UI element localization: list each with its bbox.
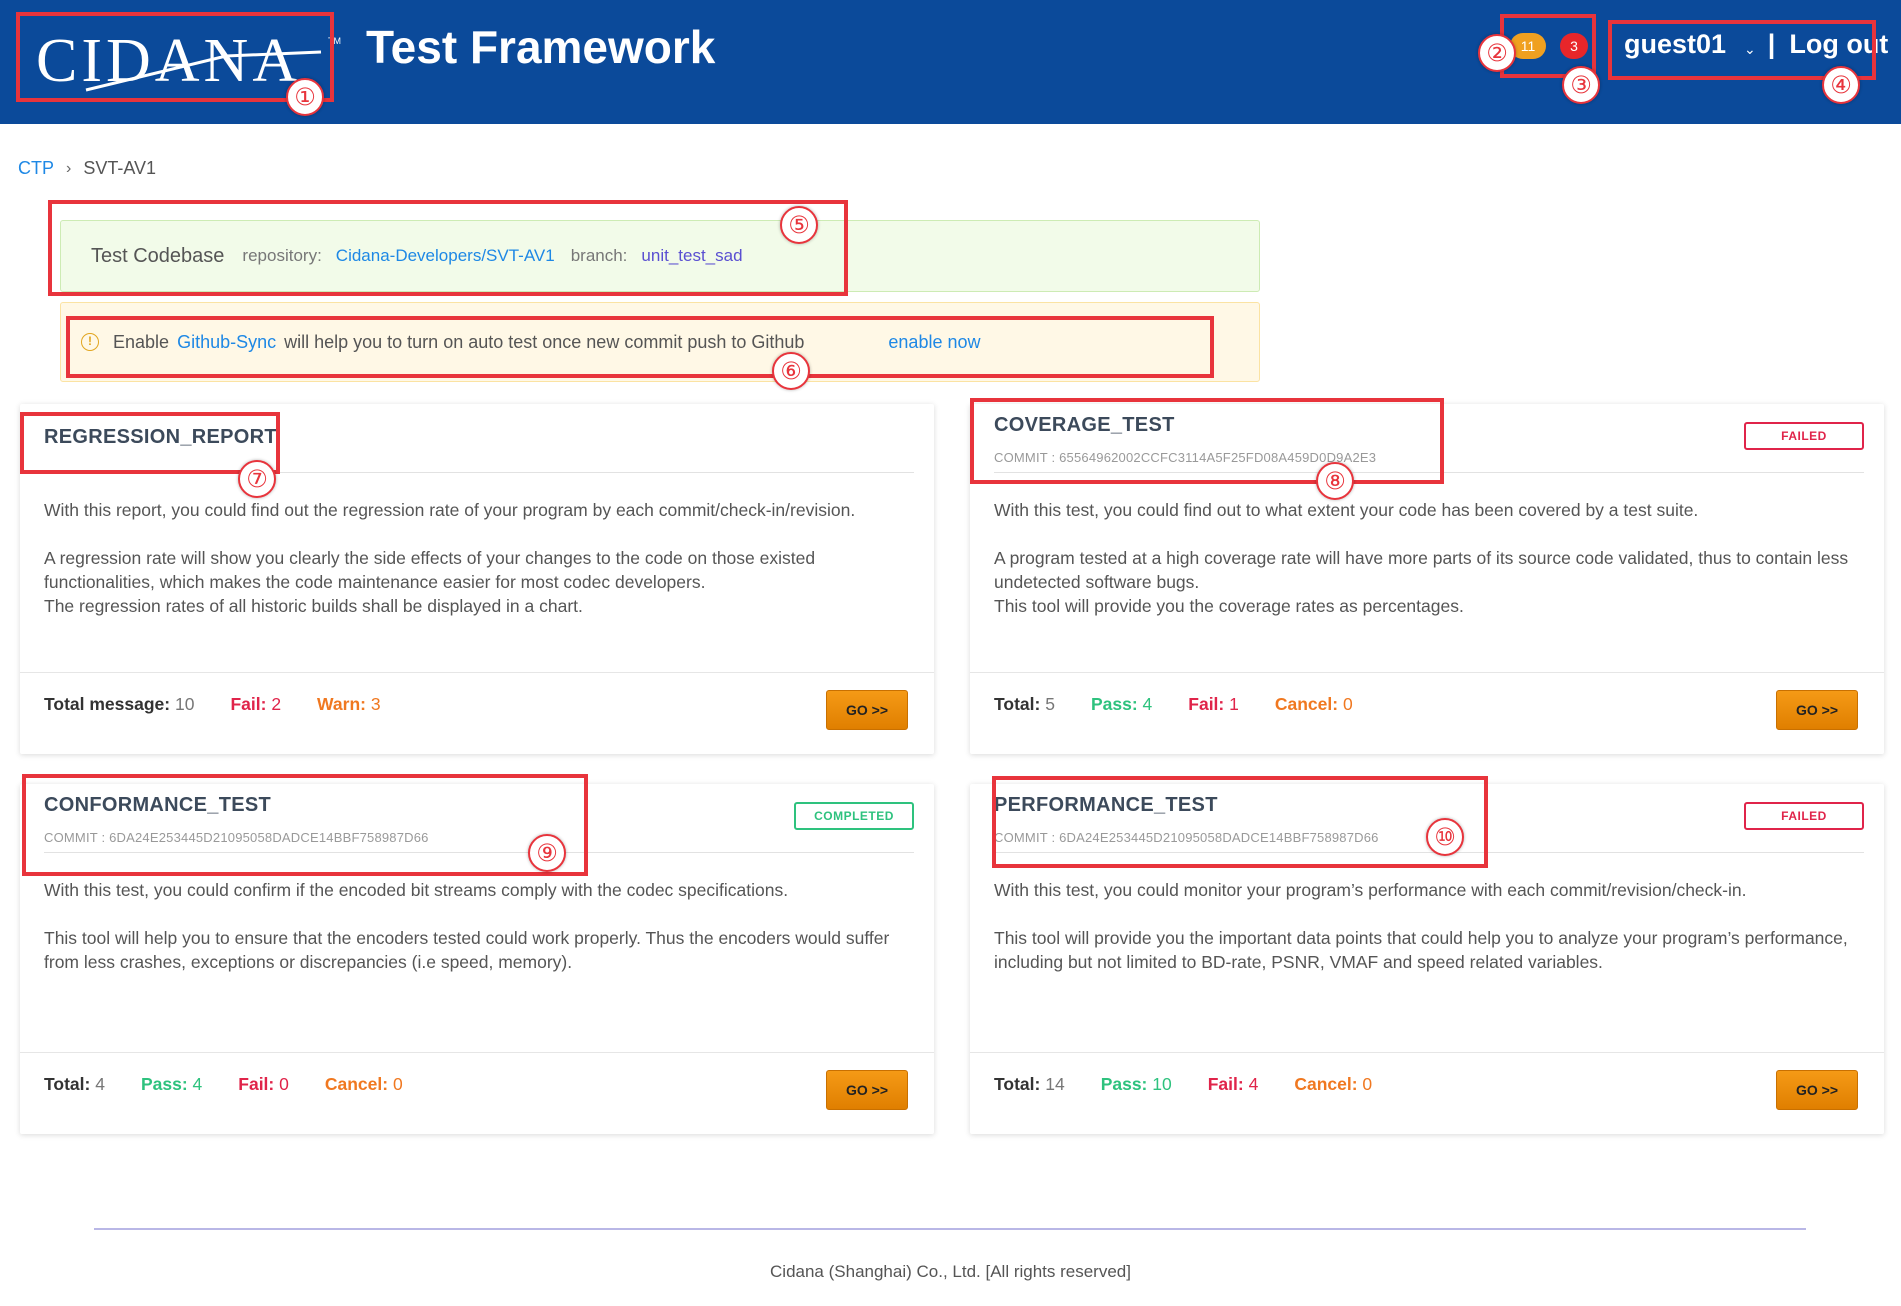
card-title: PERFORMANCE_TEST <box>994 794 1218 816</box>
user-separator: | <box>1767 28 1776 59</box>
stat-pass: Pass: 10 <box>1100 1074 1172 1094</box>
user-menu: guest01 ⌄ | Log out <box>1624 24 1888 64</box>
card-title: CONFORMANCE_TEST <box>44 794 272 816</box>
app-title: Test Framework <box>366 21 716 73</box>
card-footer-divider <box>970 1052 1884 1053</box>
card-stats: Total: 4 Pass: 4 Fail: 0 Cancel: 0 <box>44 1074 439 1095</box>
breadcrumb-ctp[interactable]: CTP <box>18 158 54 179</box>
card-description: With this report, you could find out the… <box>44 498 904 642</box>
branch-label: branch: <box>570 246 628 265</box>
chevron-down-icon[interactable]: ⌄ <box>1744 41 1756 58</box>
username-dropdown[interactable]: guest01 <box>1624 29 1726 60</box>
card-paragraph: With this test, you could monitor your p… <box>994 880 1747 900</box>
branch-link[interactable]: unit_test_sad <box>641 246 742 266</box>
stat-fail: Fail: 0 <box>238 1074 289 1094</box>
github-sync-alert: ! Enable Github-Sync will help you to tu… <box>60 302 1260 382</box>
card-footer-divider <box>20 1052 934 1053</box>
annotation-marker-2: ② <box>1478 34 1516 72</box>
coverage-test-card: COVERAGE_TEST COMMIT : 65564962002CCFC31… <box>970 404 1884 754</box>
conformance-test-card: CONFORMANCE_TEST COMMIT : 6DA24E253445D2… <box>20 784 934 1134</box>
card-paragraph: A program tested at a high coverage rate… <box>994 548 1849 616</box>
card-stats: Total: 14 Pass: 10 Fail: 4 Cancel: 0 <box>994 1074 1408 1095</box>
repository-label: repository: <box>242 246 322 265</box>
annotation-marker-6: ⑥ <box>772 352 810 390</box>
annotation-marker-9: ⑨ <box>528 834 566 872</box>
go-button[interactable]: GO >> <box>826 1070 908 1110</box>
codebase-title: Test Codebase <box>91 244 225 267</box>
repository-link[interactable]: Cidana-Developers/SVT-AV1 <box>336 246 555 266</box>
card-divider <box>994 472 1864 473</box>
stat-cancel: Cancel: 0 <box>1274 694 1353 714</box>
card-title: REGRESSION_REPORT <box>44 426 277 448</box>
alert-message: will help you to turn on auto test once … <box>284 331 805 352</box>
status-badge: FAILED <box>1744 802 1864 830</box>
stat-cancel: Cancel: 0 <box>1294 1074 1373 1094</box>
stat-total: Total: 14 <box>994 1074 1065 1094</box>
annotation-marker-3: ③ <box>1562 66 1600 104</box>
card-description: With this test, you could monitor your p… <box>994 878 1854 998</box>
info-icon: ! <box>81 333 99 351</box>
stat-total: Total: 4 <box>44 1074 105 1094</box>
regression-report-card: REGRESSION_REPORT With this report, you … <box>20 404 934 754</box>
annotation-marker-7: ⑦ <box>238 460 276 498</box>
cidana-logo[interactable]: CIDANA TM <box>16 12 341 100</box>
commit-hash: COMMIT : 6DA24E253445D21095058DADCE14BBF… <box>44 830 429 845</box>
card-description: With this test, you could confirm if the… <box>44 878 904 998</box>
card-footer-divider <box>970 672 1884 673</box>
alert-prefix: Enable <box>113 331 170 352</box>
annotation-marker-4: ④ <box>1822 66 1860 104</box>
stat-warn: Warn: 3 <box>317 694 381 714</box>
card-divider <box>44 472 914 473</box>
card-paragraph: With this test, you could find out to wh… <box>994 500 1699 520</box>
go-button[interactable]: GO >> <box>1776 690 1858 730</box>
footer-copyright: Cidana (Shanghai) Co., Ltd. [All rights … <box>770 1262 1131 1281</box>
card-footer-divider <box>20 672 934 673</box>
status-badge: FAILED <box>1744 422 1864 450</box>
card-paragraph: With this report, you could find out the… <box>44 500 856 520</box>
stat-fail: Fail: 1 <box>1188 694 1239 714</box>
card-paragraph: This tool will help you to ensure that t… <box>44 928 890 972</box>
card-stats: Total message: 10 Fail: 2 Warn: 3 <box>44 694 417 715</box>
annotation-marker-5: ⑤ <box>780 206 818 244</box>
stat-fail: Fail: 4 <box>1207 1074 1259 1094</box>
annotation-marker-8: ⑧ <box>1316 462 1354 500</box>
stat-pass: Pass: 4 <box>1090 694 1153 714</box>
top-header: CIDANA TM Test Framework 11 3 guest01 ⌄ … <box>0 0 1901 124</box>
stat-pass: Pass: 4 <box>140 1074 203 1094</box>
breadcrumb-current: SVT-AV1 <box>83 158 157 178</box>
go-button[interactable]: GO >> <box>1776 1070 1858 1110</box>
test-codebase-panel: Test Codebase repository: Cidana-Develop… <box>60 220 1260 292</box>
enable-now-link[interactable]: enable now <box>888 332 980 353</box>
stat-total: Total: 5 <box>994 694 1055 714</box>
stat-fail: Fail: 2 <box>230 694 282 714</box>
card-divider <box>44 852 914 853</box>
annotation-marker-1: ① <box>286 78 324 116</box>
status-badge: COMPLETED <box>794 802 914 830</box>
card-stats: Total: 5 Pass: 4 Fail: 1 Cancel: 0 <box>994 694 1389 715</box>
card-divider <box>994 852 1864 853</box>
footer-divider <box>94 1228 1806 1230</box>
commit-hash: COMMIT : 6DA24E253445D21095058DADCE14BBF… <box>994 830 1379 845</box>
github-sync-link[interactable]: Github-Sync <box>177 332 276 353</box>
card-paragraph: This tool will provide you the important… <box>994 928 1848 972</box>
error-count-badge[interactable]: 3 <box>1560 33 1588 59</box>
annotation-marker-10: ⑩ <box>1426 818 1464 856</box>
commit-hash: COMMIT : 65564962002CCFC3114A5F25FD08A45… <box>994 450 1377 465</box>
card-paragraph: With this test, you could confirm if the… <box>44 880 789 900</box>
chevron-right-icon: › <box>66 159 72 177</box>
breadcrumb: CTP › SVT-AV1 <box>18 158 156 179</box>
card-paragraph: A regression rate will show you clearly … <box>44 548 816 616</box>
stat-cancel: Cancel: 0 <box>324 1074 403 1094</box>
stat-total: Total message: 10 <box>44 694 195 714</box>
card-title: COVERAGE_TEST <box>994 414 1175 436</box>
card-description: With this test, you could find out to wh… <box>994 498 1854 642</box>
go-button[interactable]: GO >> <box>826 690 908 730</box>
logout-link[interactable]: Log out <box>1789 29 1888 60</box>
